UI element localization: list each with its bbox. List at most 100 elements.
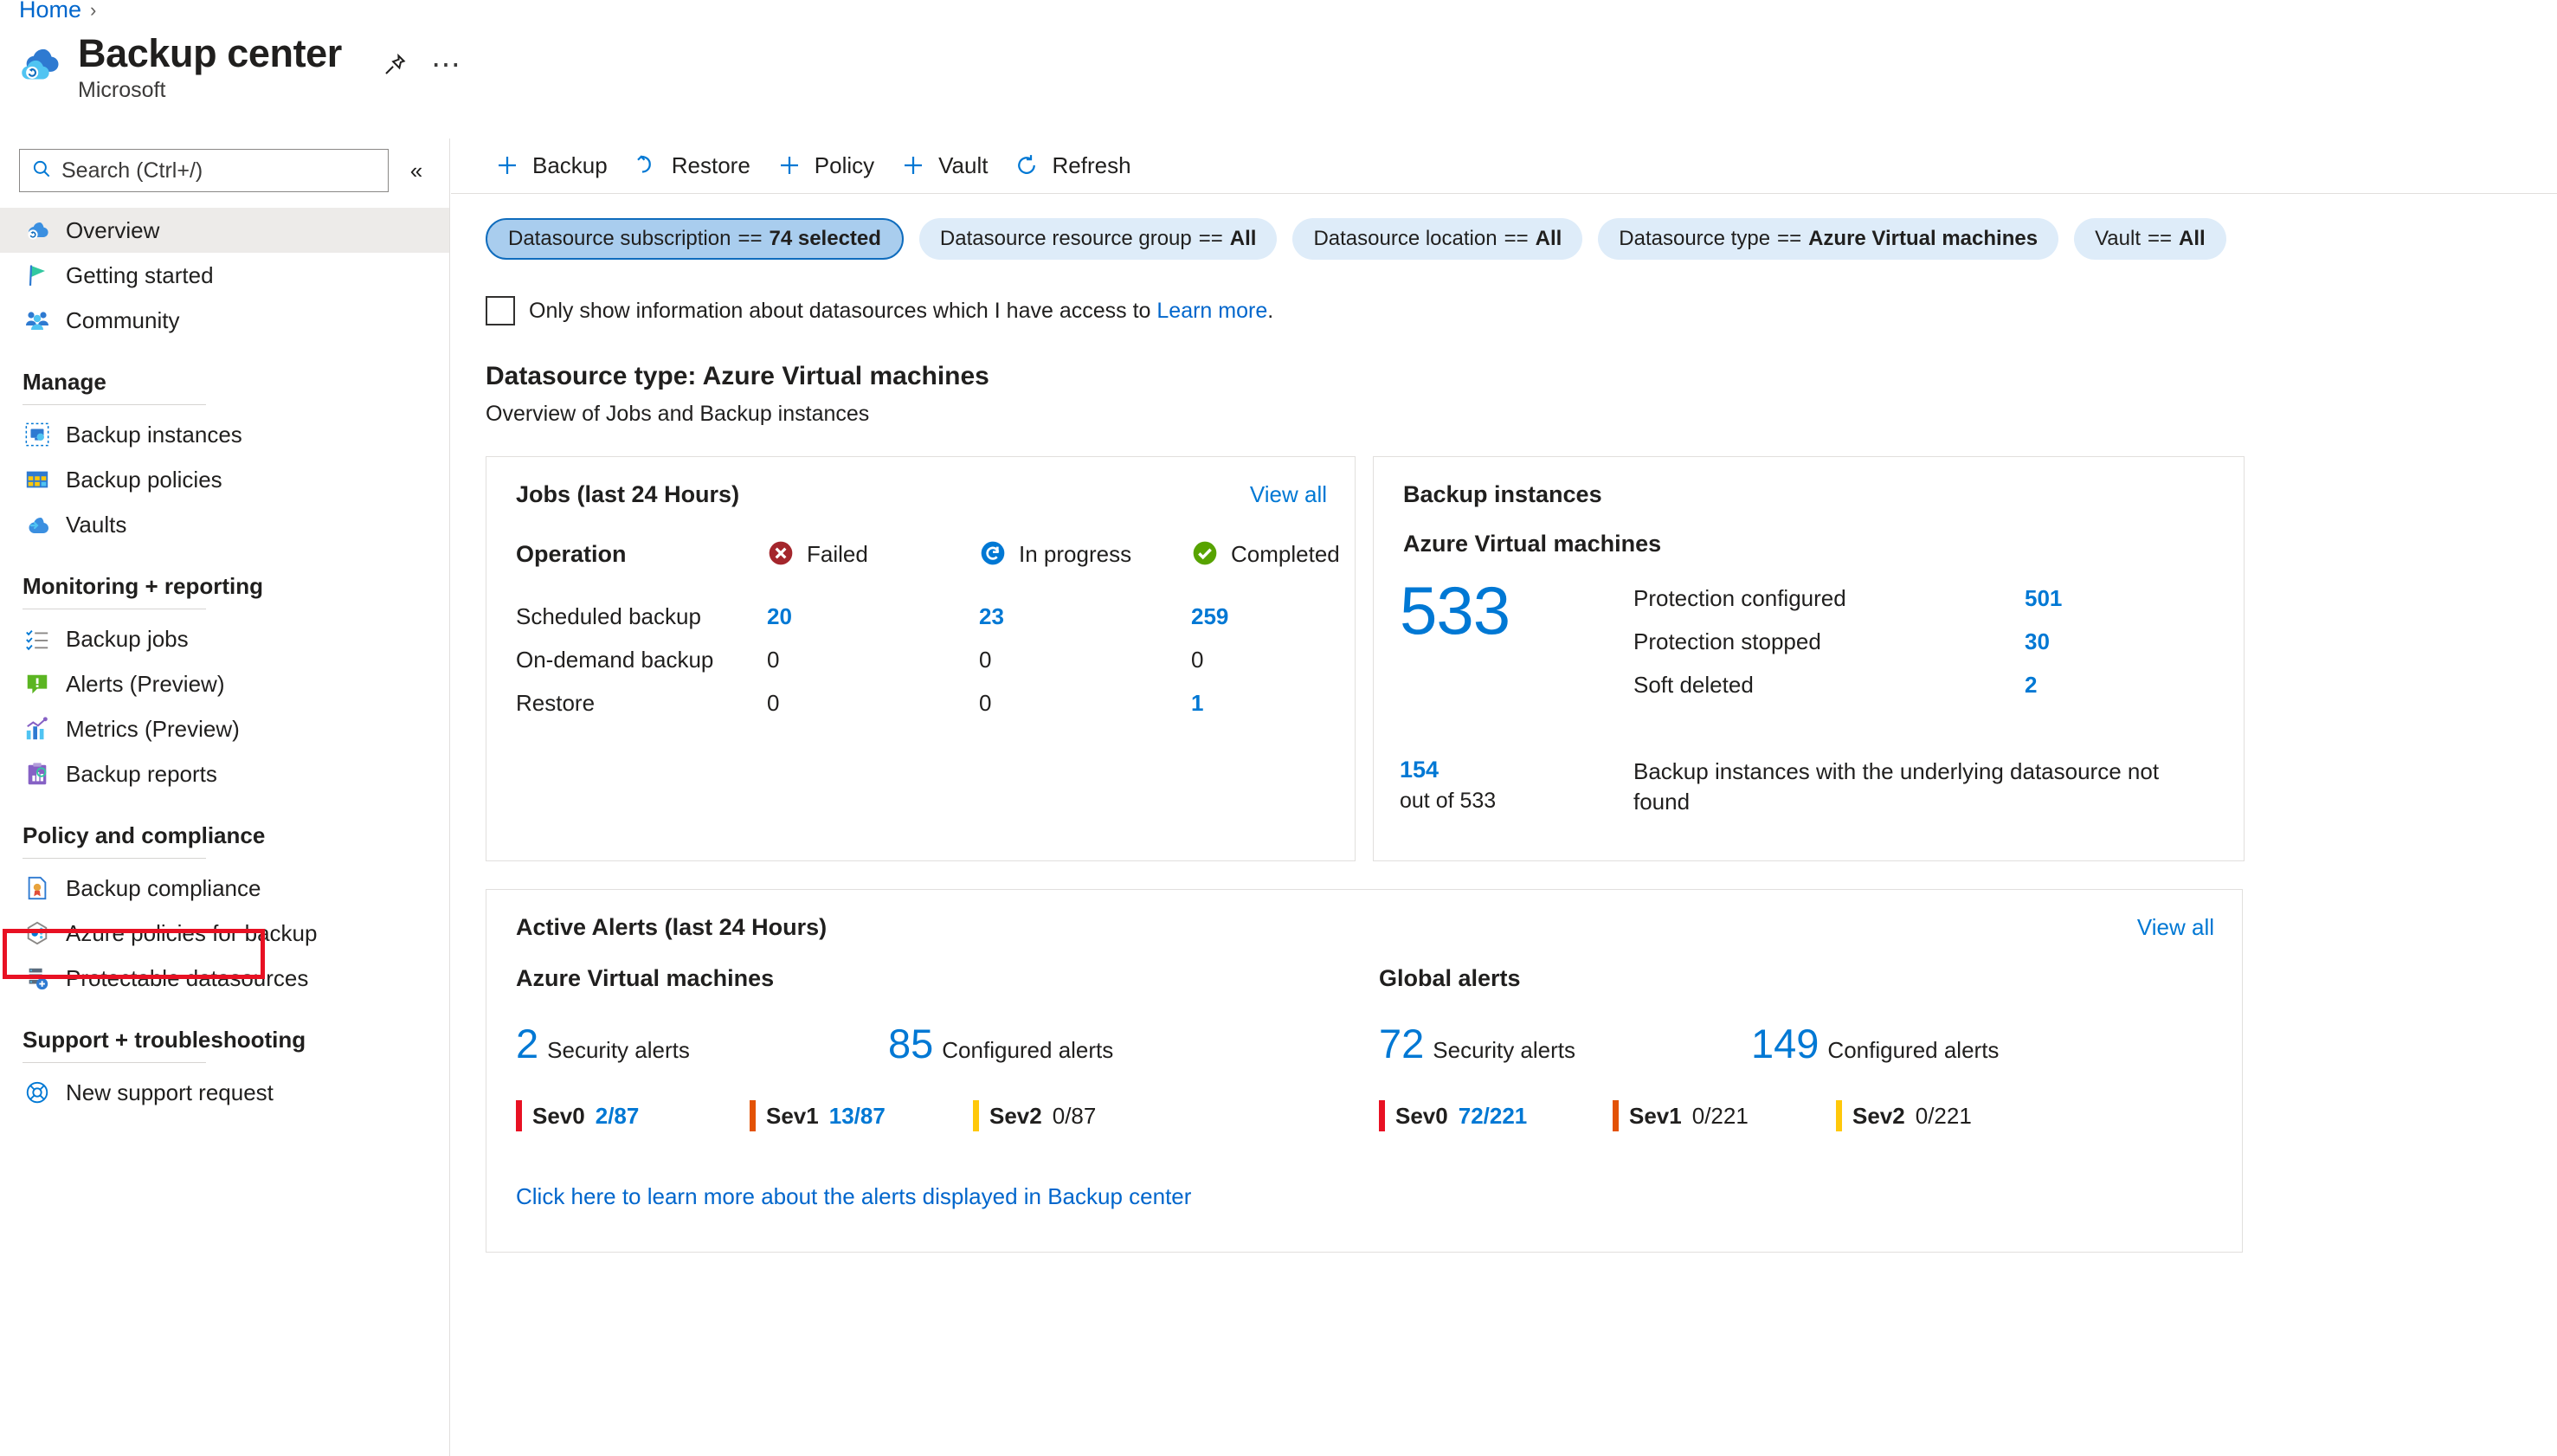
row-failed-value[interactable]: 20 bbox=[767, 603, 979, 630]
sidebar-item-community[interactable]: Community bbox=[0, 298, 449, 343]
count-number: 72 bbox=[1379, 1021, 1425, 1066]
filter-operator: == bbox=[1504, 227, 1529, 250]
configured-alerts-count[interactable]: 85 Configured alerts bbox=[888, 1023, 1113, 1064]
row-completed-value: 0 bbox=[1191, 646, 1204, 673]
table-row: Restore 0 0 1 bbox=[516, 681, 1355, 725]
search-input[interactable]: Search (Ctrl+/) bbox=[19, 149, 389, 192]
backup-instances-subtitle: Azure Virtual machines bbox=[1403, 531, 1662, 557]
item-value[interactable]: 30 bbox=[2025, 628, 2244, 655]
filter-value: All bbox=[2179, 227, 2206, 250]
row-completed-value[interactable]: 1 bbox=[1191, 690, 1355, 717]
sidebar-item-backup-jobs[interactable]: Backup jobs bbox=[0, 616, 449, 661]
sidebar-item-alerts[interactable]: Alerts (Preview) bbox=[0, 661, 449, 706]
security-alerts-count[interactable]: 72 Security alerts bbox=[1379, 1023, 1751, 1064]
sidebar-item-protectable-datasources[interactable]: Protectable datasources bbox=[0, 956, 449, 1001]
command-toolbar: Backup Restore Policy Vault Refresh bbox=[451, 139, 2557, 192]
learn-more-link[interactable]: Learn more bbox=[1156, 299, 1267, 323]
jobs-table: Operation Failed In progress Completed S… bbox=[486, 508, 1355, 725]
severity-sev0[interactable]: Sev0 72/221 bbox=[1379, 1100, 1613, 1131]
sidebar-nav: Overview Getting started Community Manag… bbox=[0, 208, 449, 1115]
severity-color-bar bbox=[750, 1100, 756, 1131]
alerts-view-all-link[interactable]: View all bbox=[2137, 914, 2214, 941]
restore-button[interactable]: Restore bbox=[625, 144, 768, 187]
filter-operator: == bbox=[1777, 227, 1802, 250]
sidebar-item-backup-instances[interactable]: Backup instances bbox=[0, 412, 449, 457]
sidebar-item-label: Metrics (Preview) bbox=[66, 715, 240, 742]
severity-color-bar bbox=[1836, 1100, 1842, 1131]
filter-datasource-type[interactable]: Datasource type == Azure Virtual machine… bbox=[1598, 218, 2059, 260]
page-title: Backup center bbox=[78, 31, 342, 75]
more-options-icon[interactable]: ⋯ bbox=[431, 50, 461, 80]
toolbar-label: Backup bbox=[532, 151, 608, 178]
toolbar-label: Restore bbox=[671, 151, 750, 178]
backup-reports-icon bbox=[23, 759, 52, 789]
count-number: 2 bbox=[516, 1021, 539, 1066]
datasource-not-found-count[interactable]: 154 bbox=[1400, 757, 1633, 783]
item-value[interactable]: 501 bbox=[2025, 585, 2244, 612]
severity-name: Sev0 bbox=[1395, 1102, 1448, 1129]
policy-button[interactable]: Policy bbox=[768, 144, 892, 187]
sidebar-item-label: Alerts (Preview) bbox=[66, 670, 225, 697]
collapse-sidebar-icon[interactable]: « bbox=[399, 153, 434, 188]
main-content: Backup Restore Policy Vault Refresh Data… bbox=[451, 139, 2557, 1456]
item-value[interactable]: 2 bbox=[2025, 672, 2244, 699]
refresh-icon bbox=[1012, 151, 1041, 180]
alerts-learn-more-link[interactable]: Click here to learn more about the alert… bbox=[486, 1131, 2242, 1210]
jobs-view-all-link[interactable]: View all bbox=[1250, 481, 1327, 508]
sidebar-item-vaults[interactable]: Vaults bbox=[0, 502, 449, 547]
filter-datasource-subscription[interactable]: Datasource subscription == 74 selected bbox=[486, 218, 904, 260]
sidebar-item-backup-policies[interactable]: Backup policies bbox=[0, 457, 449, 502]
filter-name: Datasource resource group bbox=[939, 227, 1192, 250]
refresh-button[interactable]: Refresh bbox=[1005, 144, 1148, 187]
severity-name: Sev1 bbox=[766, 1102, 819, 1129]
severity-sev1[interactable]: Sev1 0/221 bbox=[1613, 1100, 1836, 1131]
severity-value: 0/87 bbox=[1052, 1102, 1097, 1129]
plus-icon bbox=[775, 151, 804, 180]
sidebar-item-new-support-request[interactable]: New support request bbox=[0, 1070, 449, 1115]
datasource-not-found-text: Backup instances with the underlying dat… bbox=[1633, 758, 2160, 815]
sidebar-item-label: Backup policies bbox=[66, 466, 222, 493]
severity-name: Sev2 bbox=[1852, 1102, 1905, 1129]
row-failed-value: 0 bbox=[767, 646, 780, 673]
row-completed-value[interactable]: 259 bbox=[1191, 603, 1355, 630]
severity-sev2[interactable]: Sev2 0/87 bbox=[973, 1100, 1096, 1131]
backup-instances-total[interactable]: 533 bbox=[1400, 577, 1633, 644]
backup-button[interactable]: Backup bbox=[486, 144, 625, 187]
filter-vault[interactable]: Vault == All bbox=[2074, 218, 2226, 260]
severity-sev2[interactable]: Sev2 0/221 bbox=[1836, 1100, 1972, 1131]
filter-datasource-resource-group[interactable]: Datasource resource group == All bbox=[918, 218, 1278, 260]
breadcrumb-home[interactable]: Home bbox=[19, 0, 81, 23]
filter-operator: == bbox=[737, 227, 763, 250]
vault-button[interactable]: Vault bbox=[892, 144, 1005, 187]
pin-icon[interactable] bbox=[380, 50, 409, 80]
severity-sev0[interactable]: Sev0 2/87 bbox=[516, 1100, 750, 1131]
severity-value: 72/221 bbox=[1458, 1102, 1528, 1129]
divider bbox=[23, 1062, 206, 1063]
access-filter-row: Only show information about datasources … bbox=[451, 260, 2557, 325]
sidebar-item-overview[interactable]: Overview bbox=[0, 208, 449, 253]
configured-alerts-count[interactable]: 149 Configured alerts bbox=[1751, 1023, 1999, 1064]
row-in-progress-value[interactable]: 23 bbox=[979, 603, 1191, 630]
backup-instances-card-title: Backup instances bbox=[1403, 481, 1602, 507]
plus-icon bbox=[493, 151, 522, 180]
sidebar-item-backup-compliance[interactable]: Backup compliance bbox=[0, 866, 449, 911]
alerts-column-azure-vm: Azure Virtual machines 2 Security alerts… bbox=[516, 965, 1379, 1131]
sidebar-item-label: Community bbox=[66, 306, 180, 333]
security-alerts-count[interactable]: 2 Security alerts bbox=[516, 1023, 888, 1064]
table-row: On-demand backup 0 0 0 bbox=[516, 638, 1355, 681]
only-my-access-checkbox[interactable] bbox=[486, 296, 515, 325]
community-icon bbox=[23, 306, 52, 335]
sidebar-item-label: Backup jobs bbox=[66, 625, 189, 652]
sidebar-item-getting-started[interactable]: Getting started bbox=[0, 253, 449, 298]
filter-datasource-location[interactable]: Datasource location == All bbox=[1292, 218, 1583, 260]
list-item: Protection configured 501 bbox=[1633, 577, 2244, 620]
sidebar-item-metrics[interactable]: Metrics (Preview) bbox=[0, 706, 449, 751]
sidebar-item-azure-policies[interactable]: Azure policies for backup bbox=[0, 911, 449, 956]
table-row: Scheduled backup 20 23 259 bbox=[516, 595, 1355, 638]
severity-sev1[interactable]: Sev1 13/87 bbox=[750, 1100, 973, 1131]
access-filter-period: . bbox=[1267, 298, 1274, 323]
page-header: Backup center Microsoft ⋯ bbox=[19, 31, 461, 103]
sidebar-group-title: Manage bbox=[23, 369, 106, 395]
filter-bar: Datasource subscription == 74 selected D… bbox=[451, 192, 2557, 260]
sidebar-item-backup-reports[interactable]: Backup reports bbox=[0, 751, 449, 796]
